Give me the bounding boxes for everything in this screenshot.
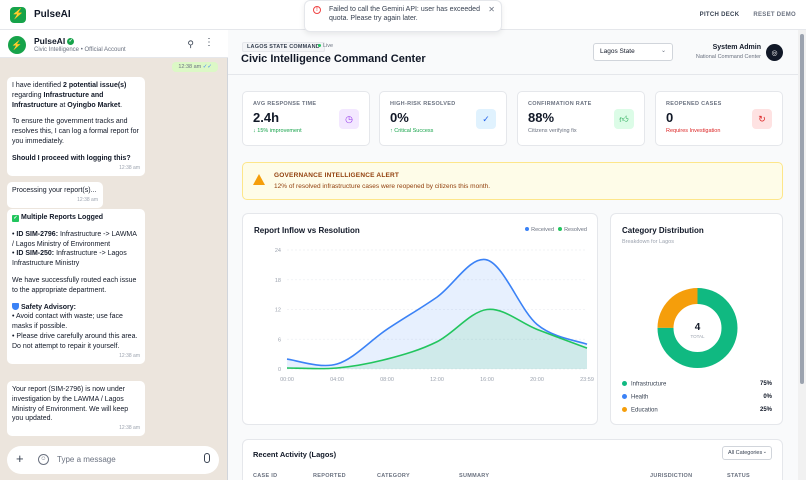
- reset-demo-button[interactable]: RESET DEMO: [753, 12, 796, 18]
- x-tick-label: 23:59: [580, 377, 594, 383]
- chat-panel: ⚡ PulseAI ✓ Civic Intelligence • Official…: [0, 30, 228, 480]
- y-tick-label: 24: [275, 248, 281, 254]
- scrollbar-thumb[interactable]: [800, 34, 804, 384]
- live-dot-icon: [318, 44, 321, 48]
- dashboard: LAGOS STATE COMMAND Live Civic Intellige…: [228, 30, 798, 480]
- y-tick-label: 12: [275, 308, 281, 314]
- recent-activity-card: Recent Activity (Lagos) All Categories ⌄ …: [242, 439, 783, 480]
- page-scrollbar[interactable]: [798, 30, 806, 480]
- header-divider: [228, 74, 798, 75]
- message-time: 12:38 am: [119, 164, 140, 171]
- kpi-card-high-risk: HIGH-RISK RESOLVED 0% ↑ Critical Success…: [379, 91, 507, 146]
- message-time: 12:38 am: [77, 196, 98, 203]
- chat-avatar: ⚡: [8, 36, 26, 54]
- pitch-deck-button[interactable]: PITCH DECK: [700, 12, 740, 18]
- x-tick-label: 00:00: [280, 377, 294, 383]
- alert-message: 12% of resolved infrastructure cases wer…: [274, 183, 491, 190]
- outgoing-message: 12:38 am ✓✓: [172, 62, 218, 72]
- read-receipt-icon: ✓✓: [202, 64, 212, 70]
- line-chart: 24 18 12 6 0 00:00 04:00 08:00 12:00 16:00 20:00 23…: [275, 248, 594, 383]
- toast-message: Failed to call the Gemini API: user has …: [329, 6, 480, 23]
- message-input[interactable]: Type a message: [57, 455, 116, 464]
- column-header: CATEGORY: [377, 473, 410, 479]
- kpi-card-confirmation: CONFIRMATION RATE 88% Citizens verifying…: [517, 91, 645, 146]
- chat-header: ⚡ PulseAI ✓ Civic Intelligence • Official…: [0, 30, 228, 58]
- alert-title: GOVERNANCE INTELLIGENCE ALERT: [274, 172, 400, 179]
- category-row-health: Health 0%: [622, 394, 772, 401]
- state-command-tag: LAGOS STATE COMMAND: [242, 42, 325, 52]
- error-toast: ! Failed to call the Gemini API: user ha…: [304, 0, 502, 32]
- incoming-message: I have identified 2 potential issue(s) r…: [7, 77, 145, 176]
- admin-subtitle: National Command Center: [695, 54, 761, 60]
- live-indicator: Live: [318, 43, 333, 49]
- verified-icon: ✓: [67, 38, 75, 46]
- category-row-infrastructure: Infrastructure 75%: [622, 381, 772, 388]
- kpi-label: AVG RESPONSE TIME: [253, 101, 317, 107]
- kpi-label: CONFIRMATION RATE: [528, 101, 592, 107]
- message-time: 12:38 am: [119, 425, 140, 432]
- microphone-icon[interactable]: [204, 453, 210, 463]
- category-subtitle: Breakdown for Lagos: [622, 239, 674, 245]
- x-tick-label: 04:00: [330, 377, 344, 383]
- message-time: 12:38 am: [178, 64, 202, 70]
- state-select[interactable]: Lagos State ⌄: [593, 43, 673, 61]
- search-icon[interactable]: ⚲: [187, 39, 194, 50]
- recent-activity-title: Recent Activity (Lagos): [253, 450, 337, 459]
- inflow-chart-card: Report Inflow vs Resolution Received Reso…: [242, 213, 598, 425]
- message-time: 12:38 am: [119, 352, 140, 359]
- warning-icon: [253, 174, 265, 185]
- category-card: Category Distribution Breakdown for Lago…: [610, 213, 783, 425]
- category-row-education: Education 25%: [622, 407, 772, 414]
- refresh-icon: ↻: [752, 109, 772, 129]
- incoming-message: Processing your report(s)... 12:38 am: [7, 182, 103, 208]
- column-header: JURISDICTION: [650, 473, 693, 479]
- shield-icon: [12, 302, 19, 310]
- category-dot: [622, 394, 627, 399]
- incoming-message: Your report (SIM-2796) is now under inve…: [7, 381, 145, 437]
- category-filter-select[interactable]: All Categories ⌄: [722, 446, 772, 460]
- y-tick-label: 18: [275, 278, 281, 284]
- message-composer: + ☺ Type a message: [7, 446, 219, 474]
- incoming-message: ✓ Multiple Reports Logged • ID SIM-2796: …: [7, 209, 145, 364]
- clock-icon: ◷: [339, 109, 359, 129]
- column-header: STATUS: [727, 473, 750, 479]
- check-circle-icon: ✓: [476, 109, 496, 129]
- category-title: Category Distribution: [622, 226, 704, 235]
- x-tick-label: 08:00: [380, 377, 394, 383]
- admin-name: System Admin: [712, 44, 761, 51]
- y-tick-label: 6: [278, 337, 281, 343]
- thumbs-up-icon: 👍︎: [614, 109, 634, 129]
- error-icon: !: [313, 6, 321, 14]
- emoji-icon[interactable]: ☺: [38, 454, 49, 465]
- close-icon[interactable]: ✕: [488, 5, 495, 16]
- x-tick-label: 20:00: [530, 377, 544, 383]
- category-dot: [622, 407, 627, 412]
- chat-name: PulseAI: [34, 36, 66, 46]
- column-header: REPORTED: [313, 473, 346, 479]
- y-tick-label: 0: [278, 367, 281, 373]
- check-icon: ✓: [12, 215, 19, 222]
- chat-subtitle: Civic Intelligence • Official Account: [34, 47, 126, 53]
- donut-total-value: 4: [695, 322, 701, 333]
- chevron-down-icon: ⌄: [660, 48, 666, 54]
- pulse-logo-icon: ⚡: [10, 6, 26, 23]
- message-list[interactable]: 12:38 am ✓✓ I have identified 2 potentia…: [0, 58, 228, 470]
- kpi-label: HIGH-RISK RESOLVED: [390, 101, 456, 107]
- app-title: PulseAI: [34, 9, 71, 20]
- kpi-label: REOPENED CASES: [666, 101, 722, 107]
- page-title: Civic Intelligence Command Center: [241, 53, 426, 65]
- donut-total-label: TOTAL: [690, 334, 705, 339]
- governance-alert: GOVERNANCE INTELLIGENCE ALERT 12% of res…: [242, 162, 783, 200]
- column-header: CASE ID: [253, 473, 278, 479]
- chevron-down-icon: ⌄: [762, 449, 767, 455]
- x-tick-label: 16:00: [480, 377, 494, 383]
- admin-avatar[interactable]: ◎: [766, 44, 783, 61]
- kpi-card-response-time: AVG RESPONSE TIME 2.4h ↓ 15% improvement…: [242, 91, 370, 146]
- more-menu-icon[interactable]: ⋮: [204, 37, 214, 48]
- column-header: SUMMARY: [459, 473, 490, 479]
- attach-plus-icon[interactable]: +: [16, 451, 24, 466]
- kpi-card-reopened: REOPENED CASES 0 Requires Investigation …: [655, 91, 783, 146]
- x-tick-label: 12:00: [430, 377, 444, 383]
- category-dot: [622, 381, 627, 386]
